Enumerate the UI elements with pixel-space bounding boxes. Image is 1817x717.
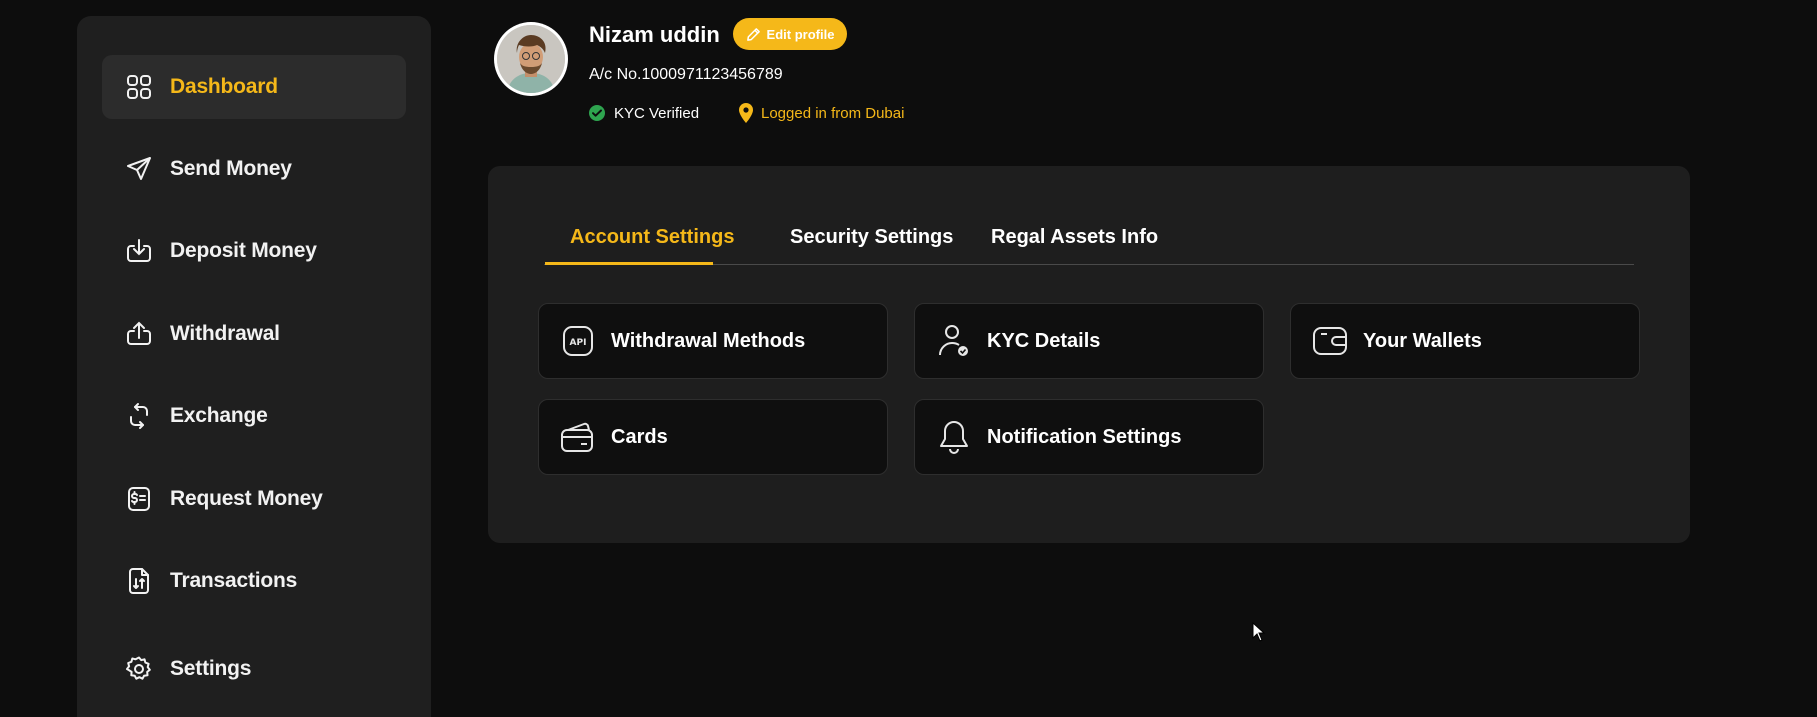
api-icon: API [559,322,597,360]
tab-security-settings[interactable]: Security Settings [790,226,953,249]
sidebar-item-exchange[interactable]: Exchange [102,384,406,448]
upload-icon [124,319,154,349]
send-icon [124,154,154,184]
active-tab-indicator [545,262,713,265]
avatar[interactable] [494,22,568,96]
card-label: Withdrawal Methods [611,329,806,352]
mouse-cursor-icon [1252,622,1266,642]
avatar-image [497,25,565,93]
login-location-label: Logged in from Dubai [761,104,905,122]
sidebar-item-label: Deposit Money [170,239,317,262]
your-wallets-card[interactable]: Your Wallets [1290,303,1640,379]
bell-icon [935,418,973,456]
card-label: Your Wallets [1363,329,1482,352]
location-pin-icon [739,103,753,123]
kyc-details-card[interactable]: KYC Details [914,303,1264,379]
card-label: Cards [611,425,668,448]
withdrawal-methods-card[interactable]: API Withdrawal Methods [538,303,888,379]
check-circle-icon [589,105,605,121]
sidebar-item-deposit-money[interactable]: Deposit Money [102,219,406,283]
sidebar-item-dashboard[interactable]: Dashboard [102,55,406,119]
document-transfer-icon [124,566,154,596]
download-icon [124,236,154,266]
settings-panel: Account Settings Security Settings Regal… [488,166,1690,543]
sidebar-item-transactions[interactable]: Transactions [102,549,406,613]
svg-text:API: API [570,338,587,348]
sidebar-item-label: Send Money [170,157,292,180]
pencil-icon [746,27,760,41]
kyc-status: KYC Verified [588,104,699,122]
gear-icon [124,654,154,684]
tab-regal-assets-info[interactable]: Regal Assets Info [991,226,1158,249]
invoice-dollar-icon [124,484,154,514]
wallet-icon [1311,322,1349,360]
sidebar-item-label: Dashboard [170,75,278,98]
edit-profile-button[interactable]: Edit profile [733,18,847,50]
grid-icon [124,72,154,102]
sidebar-item-send-money[interactable]: Send Money [102,137,406,201]
exchange-icon [124,401,154,431]
user-name: Nizam uddin [589,22,720,47]
sidebar-item-settings[interactable]: Settings [102,637,406,701]
sidebar-item-label: Withdrawal [170,322,280,345]
account-number: A/c No.1000971123456789 [589,66,783,83]
kyc-status-label: KYC Verified [614,104,700,122]
card-label: Notification Settings [987,425,1182,448]
user-check-icon [935,322,973,360]
sidebar-item-label: Transactions [170,569,298,592]
edit-profile-label: Edit profile [766,26,835,42]
sidebar-item-label: Settings [170,657,252,680]
tab-account-settings[interactable]: Account Settings [570,226,734,249]
sidebar-item-label: Request Money [170,487,323,510]
sidebar: Dashboard Send Money Deposit Money Withd… [77,16,431,717]
sidebar-item-label: Exchange [170,404,268,427]
login-location: Logged in from Dubai [737,102,904,124]
sidebar-item-withdrawal[interactable]: Withdrawal [102,302,406,366]
sidebar-item-request-money[interactable]: Request Money [102,467,406,531]
card-label: KYC Details [987,329,1101,352]
notification-settings-card[interactable]: Notification Settings [914,399,1264,475]
cards-card[interactable]: Cards [538,399,888,475]
cards-icon [559,418,597,456]
